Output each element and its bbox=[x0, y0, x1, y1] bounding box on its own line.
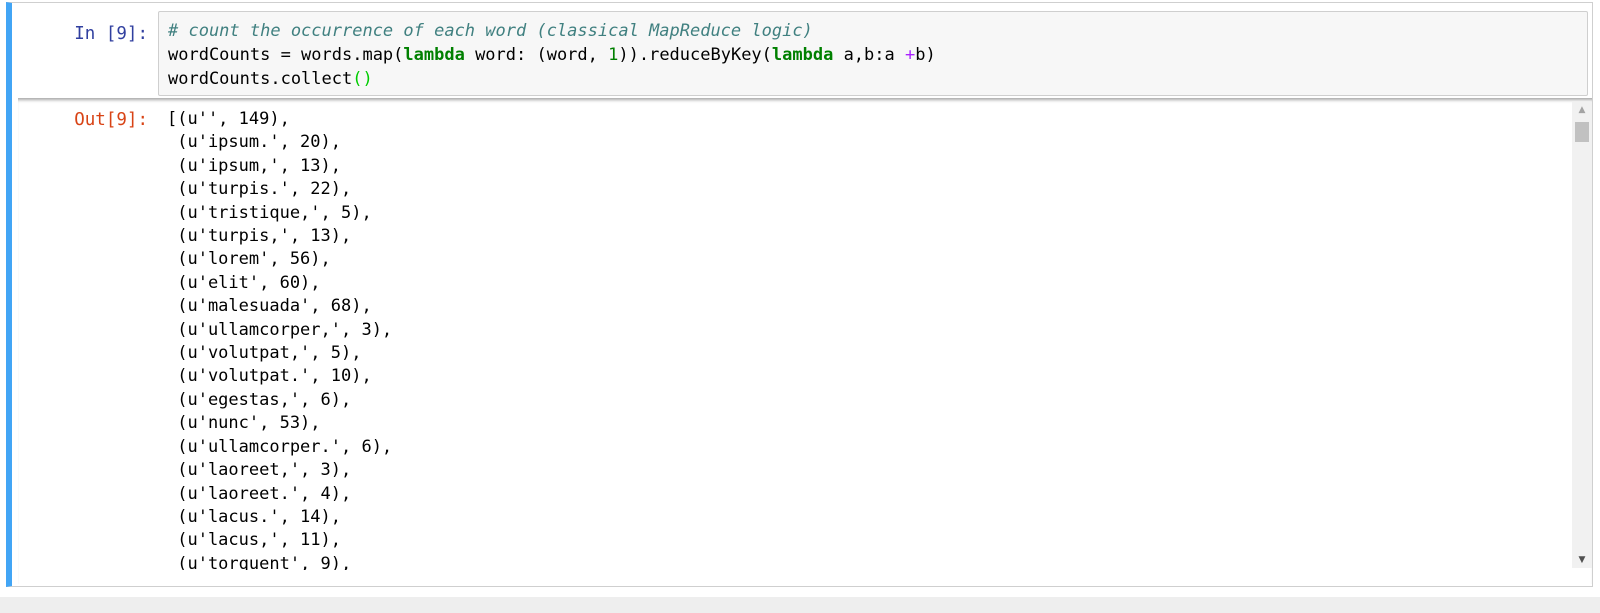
output-line: (u'laoreet.', 4), bbox=[167, 483, 352, 504]
output-line: (u'elit', 60), bbox=[167, 272, 321, 293]
output-line: (u'egestas,', 6), bbox=[167, 389, 352, 410]
output-line: (u'ullamcorper.', 6), bbox=[167, 436, 393, 457]
output-line: (u'ipsum.', 20), bbox=[167, 132, 341, 153]
output-area: Out[9]: [(u'', 149), (u'ipsum.', 20), (u… bbox=[18, 98, 1592, 584]
code-token: )).reduceByKey( bbox=[618, 45, 772, 65]
code-keyword: lambda bbox=[771, 45, 834, 65]
output-line: (u'lacus.', 14), bbox=[167, 506, 341, 527]
code-editor[interactable]: # count the occurrence of each word (cla… bbox=[158, 11, 1588, 96]
output-line: (u'turpis,', 13), bbox=[167, 226, 352, 247]
output-line: (u'ullamcorper,', 3), bbox=[167, 319, 393, 340]
code-token: b) bbox=[915, 45, 936, 65]
code-number: 1 bbox=[608, 45, 619, 65]
output-line: (u'ipsum,', 13), bbox=[167, 155, 341, 176]
output-line: (u'nunc', 53), bbox=[167, 413, 321, 434]
code-text[interactable]: # count the occurrence of each word (cla… bbox=[168, 19, 936, 91]
output-line: (u'lacus,', 11), bbox=[167, 530, 341, 551]
code-token: wordCounts = words.map( bbox=[168, 45, 404, 65]
output-line: (u'volutpat.', 10), bbox=[167, 366, 372, 387]
code-cell[interactable]: In [9]: # count the occurrence of each w… bbox=[6, 2, 1593, 587]
output-line: (u'turpis.', 22), bbox=[167, 179, 352, 200]
next-cell-edge bbox=[0, 597, 1600, 613]
output-line: (u'torquent', 9), bbox=[167, 553, 352, 570]
output-line: (u'laoreet,', 3), bbox=[167, 460, 352, 481]
code-token: word: (word, bbox=[464, 45, 609, 65]
output-line: (u'volutpat,', 5), bbox=[167, 343, 362, 364]
notebook-page: In [9]: # count the occurrence of each w… bbox=[0, 0, 1600, 613]
code-comment: # count the occurrence of each word (cla… bbox=[168, 21, 813, 41]
output-line: (u'tristique,', 5), bbox=[167, 202, 372, 223]
code-token: wordCounts.collect bbox=[168, 69, 353, 89]
input-prompt: In [9]: bbox=[74, 24, 148, 44]
scrollbar-thumb[interactable] bbox=[1575, 122, 1589, 142]
code-token: a,b:a bbox=[833, 45, 905, 65]
output-scrollbar[interactable]: ▲ ▼ bbox=[1572, 102, 1592, 568]
output-line: (u'lorem', 56), bbox=[167, 249, 331, 270]
scroll-down-arrow-icon[interactable]: ▼ bbox=[1572, 552, 1592, 568]
code-operator: + bbox=[904, 45, 916, 65]
output-line: [(u'', 149), bbox=[167, 109, 290, 129]
output-text: [(u'', 149), (u'ipsum.', 20), (u'ipsum,'… bbox=[167, 108, 392, 570]
code-matched-paren: () bbox=[352, 69, 373, 89]
scroll-up-arrow-icon[interactable]: ▲ bbox=[1572, 102, 1592, 118]
output-scroll-region[interactable]: [(u'', 149), (u'ipsum.', 20), (u'ipsum,'… bbox=[18, 98, 1592, 570]
output-line: (u'malesuada', 68), bbox=[167, 296, 372, 317]
code-keyword: lambda bbox=[403, 45, 465, 65]
